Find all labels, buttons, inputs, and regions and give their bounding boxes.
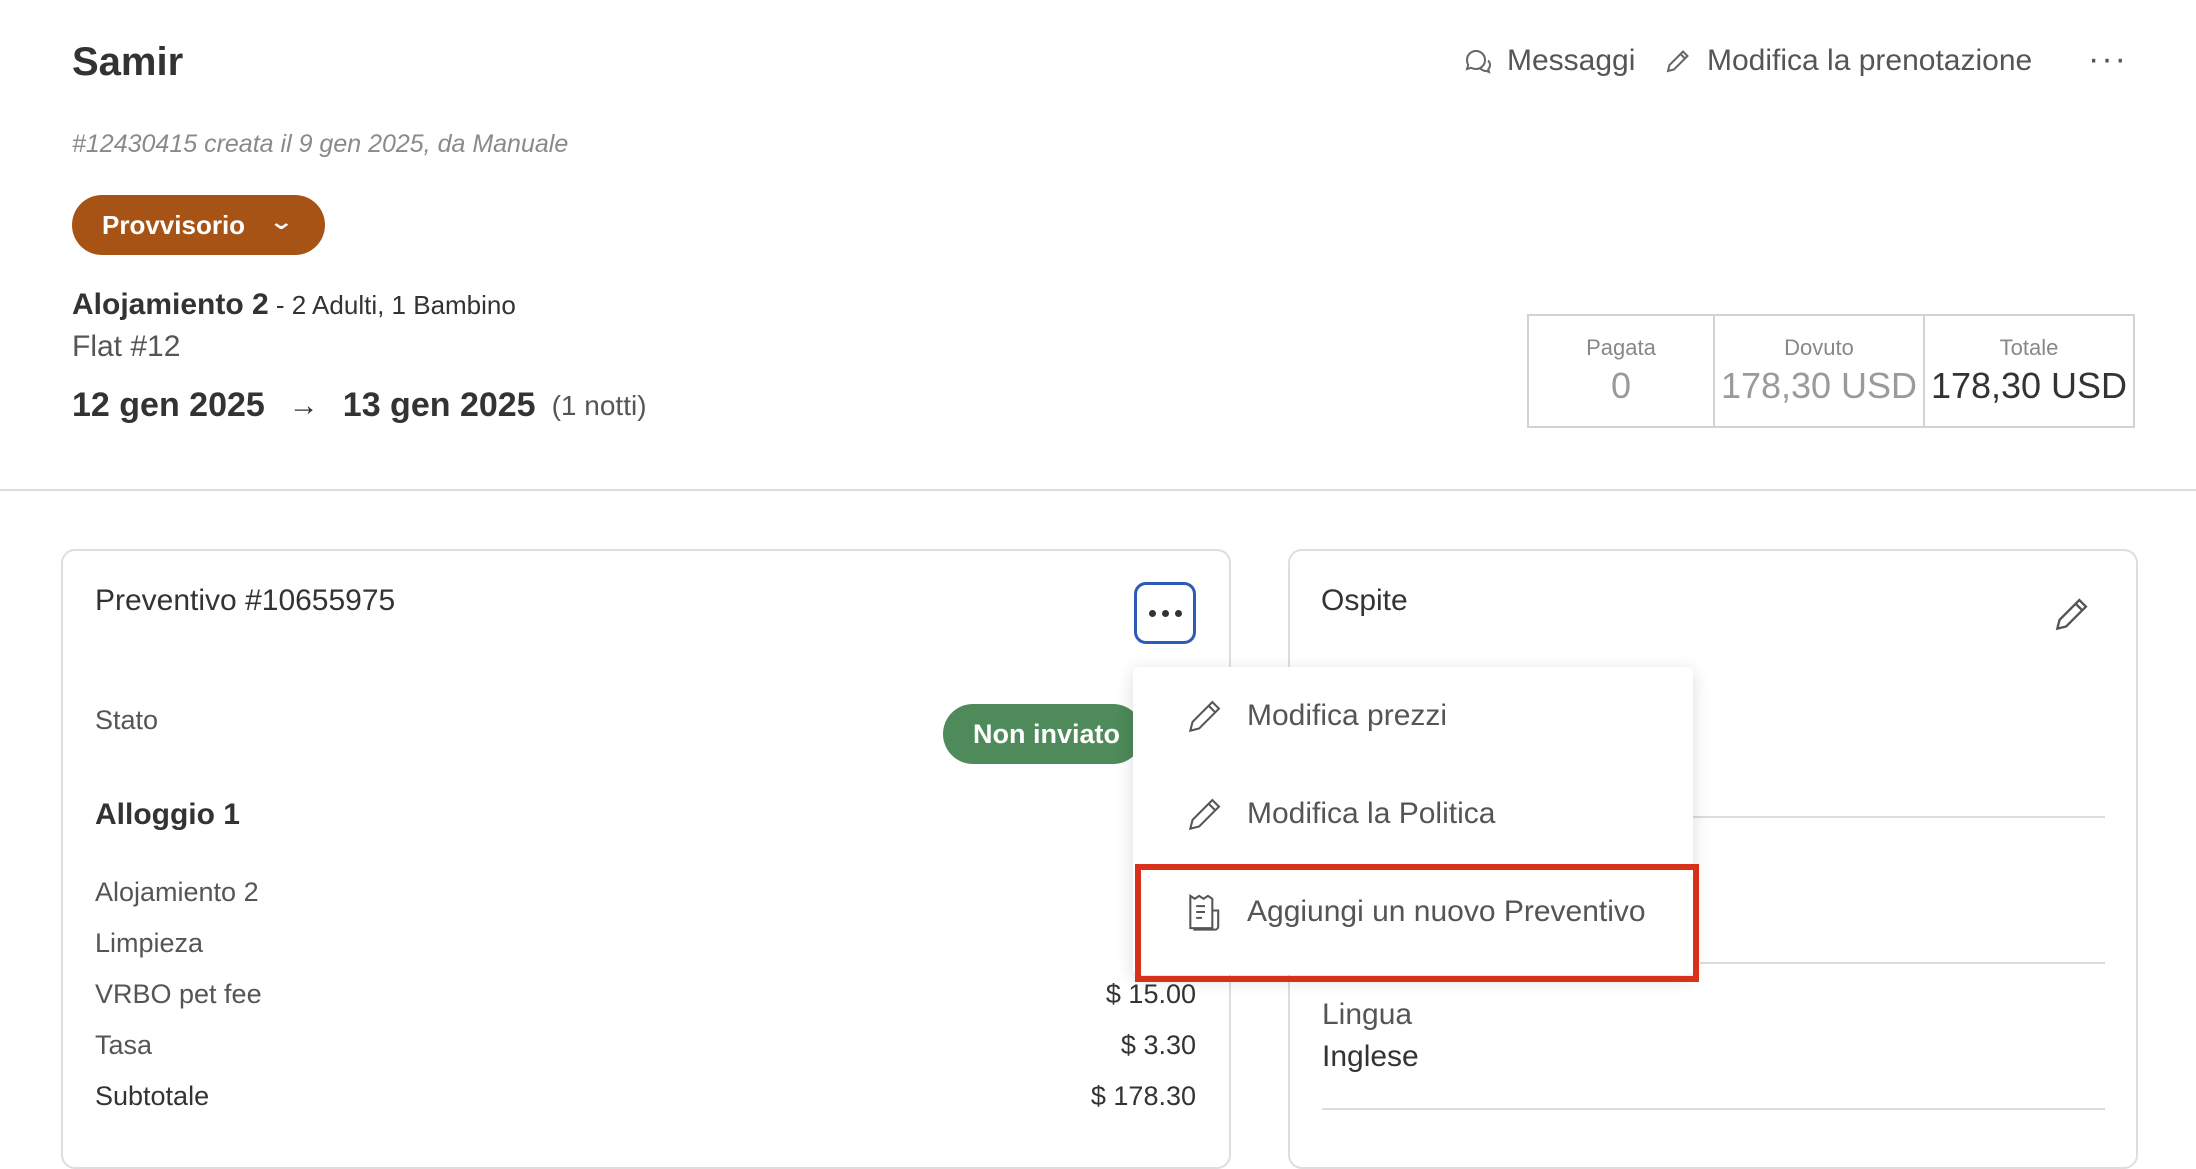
paid-value: 0 xyxy=(1610,365,1632,406)
edit-booking-label: Modifica la prenotazione xyxy=(1707,44,2033,77)
paid-label: Pagata xyxy=(1586,335,1656,360)
nights-count: (1 notti) xyxy=(551,389,647,421)
checkin-date: 12 gen 2025 xyxy=(72,386,265,424)
pencil-icon xyxy=(1666,50,1689,73)
total-label: Totale xyxy=(1999,335,2059,360)
messages-label: Messaggi xyxy=(1507,44,1636,77)
line-label: Alojamiento 2 xyxy=(95,877,259,907)
flat-number: Flat #12 xyxy=(72,330,181,363)
pencil-icon xyxy=(1188,700,1221,733)
section-divider xyxy=(0,489,2196,491)
field-divider xyxy=(1700,962,2105,964)
guest-name: Samir xyxy=(72,40,184,84)
due-value: 178,30 USD xyxy=(1720,365,1918,406)
booking-subtitle: #12430415 creata il 9 gen 2025, da Manua… xyxy=(72,130,569,158)
menu-item-edit-policy[interactable]: Modifica la Politica xyxy=(1133,765,1693,863)
edit-booking-link[interactable]: Modifica la prenotazione xyxy=(1663,44,2032,78)
due-cell: Dovuto 178,30 USD xyxy=(1715,316,1925,426)
stay-dates: 12 gen 2025 → 13 gen 2025 (1 notti) xyxy=(72,386,647,425)
guest-card-title: Ospite xyxy=(1321,584,1408,617)
total-cell: Totale 178,30 USD xyxy=(1925,316,2133,426)
line-value: $ 3.30 xyxy=(1120,1030,1196,1060)
quote-title: Preventivo #10655975 xyxy=(95,584,396,617)
line-label: Subtotale xyxy=(95,1081,210,1111)
menu-item-edit-prices[interactable]: Modifica prezzi xyxy=(1133,667,1693,765)
total-value: 178,30 USD xyxy=(1930,365,2128,406)
more-options-icon[interactable]: ··· xyxy=(2088,40,2128,79)
checkout-date: 13 gen 2025 xyxy=(342,386,536,424)
pencil-icon xyxy=(1188,798,1221,831)
line-value: $ 15.00 xyxy=(1105,979,1196,1009)
dot xyxy=(1148,609,1156,617)
chevron-down-icon: ⌄ xyxy=(268,209,295,234)
quote-status-value: Non inviato xyxy=(973,718,1120,749)
quote-card xyxy=(61,549,1231,1169)
menu-item-label: Modifica prezzi xyxy=(1247,699,1448,732)
quote-status-label: Stato xyxy=(95,705,159,735)
quote-actions-button[interactable] xyxy=(1134,582,1196,644)
due-label: Dovuto xyxy=(1784,335,1854,360)
pencil-icon xyxy=(2055,598,2088,631)
guest-count: - 2 Adulti, 1 Bambino xyxy=(268,290,516,320)
edit-guest-button[interactable] xyxy=(2050,592,2094,641)
accommodation-heading: Alloggio 1 xyxy=(95,798,240,831)
arrow-right-icon: → xyxy=(288,388,319,422)
line-label: VRBO pet fee xyxy=(95,979,262,1009)
messages-link[interactable]: Messaggi xyxy=(1463,44,1635,78)
unit-info: Alojamiento 2 - 2 Adulti, 1 Bambino xyxy=(72,288,516,322)
quote-status-badge: Non inviato xyxy=(943,704,1143,764)
payment-summary: Pagata 0 Dovuto 178,30 USD Totale 178,30… xyxy=(1527,314,2135,428)
field-divider xyxy=(1690,816,2105,818)
paid-cell: Pagata 0 xyxy=(1529,316,1715,426)
language-label: Lingua xyxy=(1322,998,1413,1031)
unit-name: Alojamiento 2 xyxy=(72,288,269,321)
language-value: Inglese xyxy=(1322,1040,1419,1073)
menu-item-label: Modifica la Politica xyxy=(1247,797,1496,830)
line-label: Limpieza xyxy=(95,928,204,958)
status-label: Provvisorio xyxy=(102,209,246,240)
highlight-box xyxy=(1135,864,1699,982)
chat-bubble-icon xyxy=(1465,49,1492,74)
dot xyxy=(1161,609,1169,617)
line-value: $ 178.30 xyxy=(1090,1081,1196,1111)
line-label: Tasa xyxy=(95,1030,153,1060)
field-divider xyxy=(1322,1108,2105,1110)
status-dropdown[interactable]: Provvisorio ⌄ xyxy=(72,195,325,255)
dot xyxy=(1174,609,1182,617)
